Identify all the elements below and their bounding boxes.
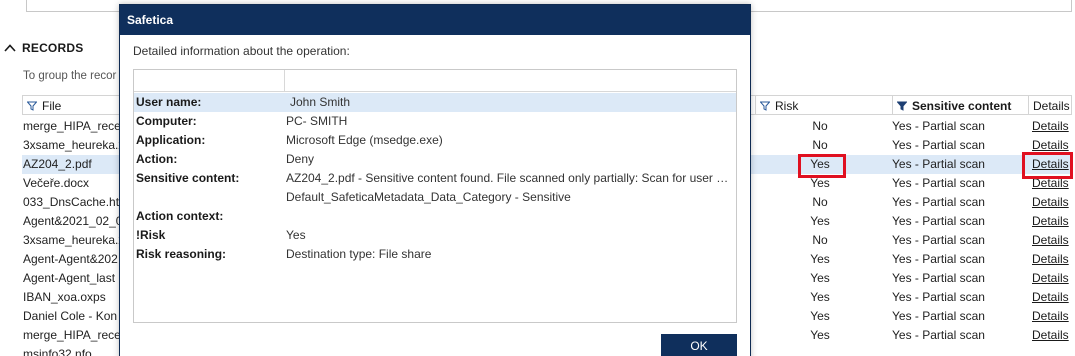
details-link[interactable]: Details <box>1032 288 1070 307</box>
file-name: merge_HIPA_recep <box>23 328 119 342</box>
sensitive-value: Yes - Partial scan <box>892 233 985 247</box>
risk-value: No <box>812 195 828 209</box>
details-link[interactable]: Details <box>1032 250 1070 269</box>
risk-value: No <box>812 119 828 133</box>
detail-row[interactable]: Action context: <box>134 207 736 226</box>
sensitive-value <box>892 345 1028 356</box>
filter-icon[interactable] <box>27 101 37 111</box>
risk-value: Yes <box>810 328 830 342</box>
detail-label: User name: <box>136 95 202 109</box>
column-risk[interactable]: Risk <box>755 96 893 115</box>
records-title: RECORDS <box>22 41 84 55</box>
risk-value: Yes <box>810 290 830 304</box>
details-link[interactable]: Details <box>1032 307 1070 326</box>
file-name: Daniel Cole - Kon <box>23 309 118 323</box>
risk-value: Yes <box>810 214 830 228</box>
sensitive-value: Yes - Partial scan <box>892 328 985 342</box>
detail-label: !Risk <box>136 228 166 242</box>
file-name: merge_HIPA_recep <box>23 119 119 133</box>
detail-value: John Smith <box>290 95 351 109</box>
detail-row-selected[interactable]: User name: John Smith <box>134 93 736 112</box>
detail-label: Sensitive content: <box>136 171 240 185</box>
risk-highlight-box <box>798 154 846 178</box>
detail-row[interactable]: Risk reasoning: Destination type: File s… <box>134 245 736 264</box>
file-name: AZ204_2.pdf <box>23 157 92 171</box>
detail-label: Action context: <box>136 209 224 223</box>
sensitive-value: Yes - Partial scan <box>892 119 985 133</box>
file-name: msinfo32.nfo <box>23 347 92 356</box>
detail-row[interactable]: !Risk Yes <box>134 226 736 245</box>
risk-value: No <box>812 138 828 152</box>
sensitive-value: Yes - Partial scan <box>892 138 985 152</box>
dialog-titlebar[interactable]: Safetica <box>120 5 750 35</box>
sensitive-value: Yes - Partial scan <box>892 290 985 304</box>
column-sensitive-label: Sensitive content <box>912 98 1012 113</box>
sensitive-value: Yes - Partial scan <box>892 195 985 209</box>
detail-value: Default_SafeticaMetadata_Data_Category -… <box>286 190 571 204</box>
sensitive-value: Yes - Partial scan <box>892 176 985 190</box>
details-link[interactable]: Details <box>1032 212 1070 231</box>
details-table-header <box>134 70 736 92</box>
group-hint: To group the recor <box>23 70 117 82</box>
sensitive-value: Yes - Partial scan <box>892 309 985 323</box>
file-name: 033_DnsCache.htm <box>23 195 119 209</box>
safetica-dialog: Safetica Detailed information about the … <box>119 4 751 356</box>
detail-value <box>286 207 734 226</box>
detail-label: Risk reasoning: <box>136 247 227 261</box>
column-divider <box>284 70 285 92</box>
details-link[interactable]: Details <box>1032 193 1070 212</box>
details-link[interactable] <box>1032 345 1070 356</box>
risk-value: No <box>812 233 828 247</box>
file-name: Agent-Agent&202 <box>23 252 118 266</box>
chevron-up-icon[interactable] <box>4 42 16 54</box>
column-sensitive-content[interactable]: Sensitive content <box>892 96 1029 115</box>
detail-value: Deny <box>286 152 315 166</box>
details-highlight-box <box>1022 152 1073 179</box>
file-name: IBAN_xoa.oxps <box>23 290 106 304</box>
column-risk-label: Risk <box>775 98 799 113</box>
risk-value: Yes <box>810 271 830 285</box>
risk-value <box>772 345 868 356</box>
risk-value: Yes <box>810 309 830 323</box>
detail-row[interactable]: Action: Deny <box>134 150 736 169</box>
file-name: Agent&2021_02_0 <box>23 214 119 228</box>
details-link[interactable]: Details <box>1032 269 1070 288</box>
operation-details-table: User name: John Smith Computer: PC- SMIT… <box>133 69 737 323</box>
file-name: 3xsame_heureka.xl <box>23 233 119 247</box>
detail-value: Microsoft Edge (msedge.exe) <box>286 133 443 147</box>
file-name: Večeře.docx <box>23 176 90 190</box>
records-section-header[interactable]: RECORDS <box>4 40 83 56</box>
detail-value: AZ204_2.pdf - Sensitive content found. F… <box>286 171 734 185</box>
details-link[interactable]: Details <box>1032 117 1070 136</box>
column-details-label: Details <box>1033 98 1070 113</box>
detail-value: Yes <box>286 228 306 242</box>
column-details[interactable]: Details <box>1028 96 1072 115</box>
file-name: Agent-Agent_last <box>23 271 116 285</box>
detail-label: Application: <box>136 133 206 147</box>
detail-label: Action: <box>136 152 178 166</box>
sensitive-value: Yes - Partial scan <box>892 214 985 228</box>
details-link[interactable]: Details <box>1032 326 1070 345</box>
dialog-subtitle: Detailed information about the operation… <box>133 44 350 58</box>
column-file[interactable]: File <box>23 96 123 115</box>
sensitive-value: Yes - Partial scan <box>892 271 985 285</box>
file-name: 3xsame_heureka.xl <box>23 138 119 152</box>
detail-row[interactable]: Default_SafeticaMetadata_Data_Category -… <box>134 188 736 207</box>
details-link[interactable]: Details <box>1032 231 1070 250</box>
filter-active-icon[interactable] <box>897 101 907 111</box>
sensitive-value: Yes - Partial scan <box>892 157 985 171</box>
detail-value: Destination type: File share <box>286 247 432 261</box>
filter-icon[interactable] <box>760 101 770 111</box>
detail-row[interactable]: Application: Microsoft Edge (msedge.exe) <box>134 131 736 150</box>
column-file-label: File <box>42 98 62 113</box>
risk-value: Yes <box>810 252 830 266</box>
sensitive-value: Yes - Partial scan <box>892 252 985 266</box>
detail-value: PC- SMITH <box>286 114 348 128</box>
detail-label: Computer: <box>136 114 197 128</box>
detail-row[interactable]: Sensitive content: AZ204_2.pdf - Sensiti… <box>134 169 736 188</box>
dialog-title: Safetica <box>127 13 174 27</box>
ok-button[interactable]: OK <box>661 334 737 356</box>
detail-row[interactable]: Computer: PC- SMITH <box>134 112 736 131</box>
